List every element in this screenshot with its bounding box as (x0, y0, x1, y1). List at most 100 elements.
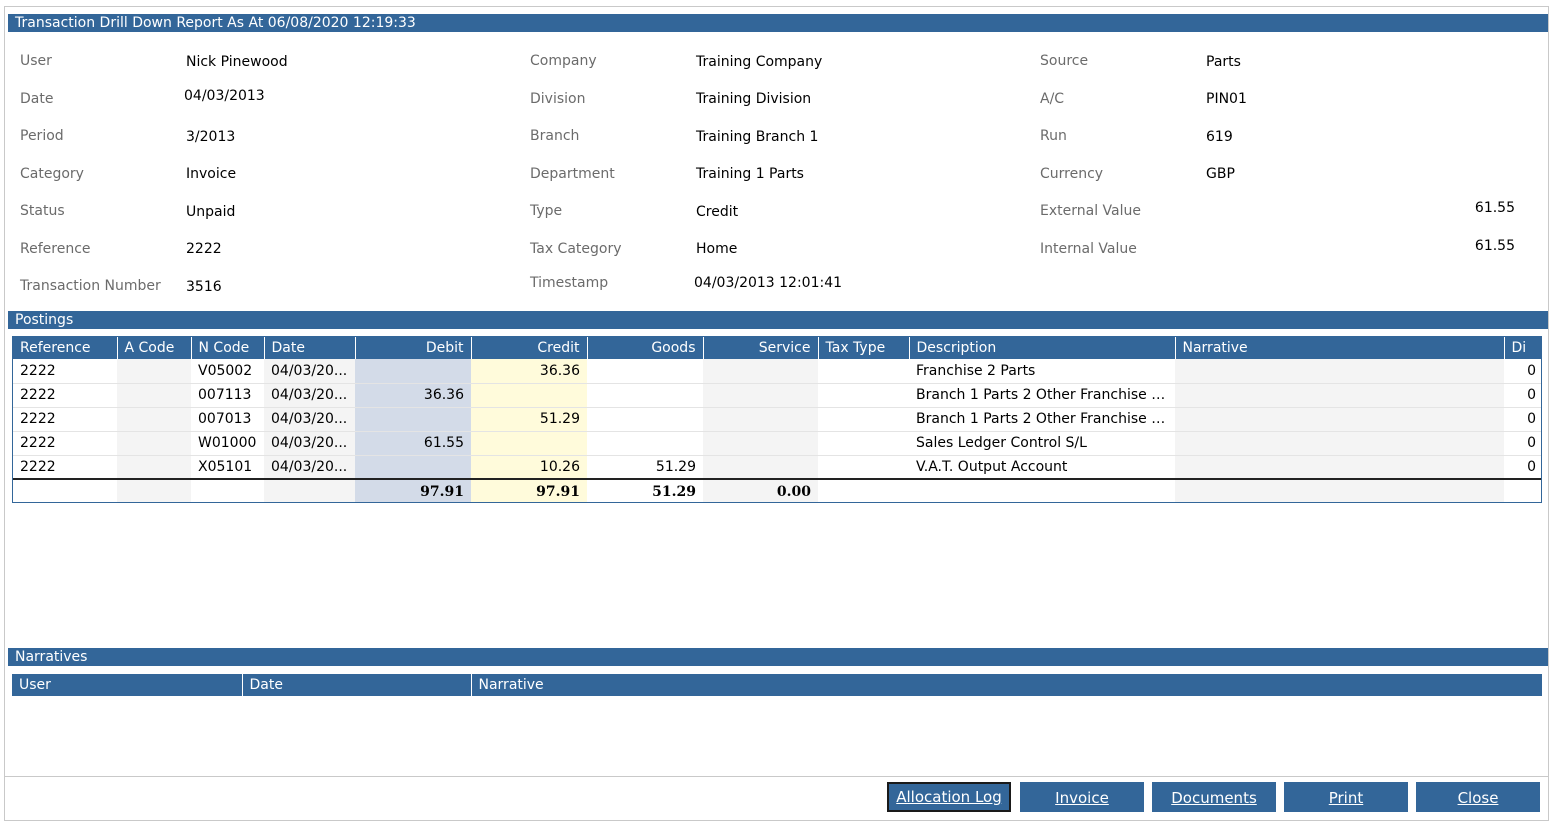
narratives-header-user[interactable]: User (12, 674, 243, 696)
reference-label: Reference (20, 241, 91, 257)
cell-reference: 2222 (13, 359, 117, 384)
column-header-goods[interactable]: Goods (587, 337, 704, 359)
cell-goods (587, 407, 703, 432)
timestamp-label: Timestamp (530, 275, 609, 291)
total-cell-credit: 97.91 (471, 478, 587, 502)
cell-service (703, 431, 818, 456)
cell-narrative (1175, 383, 1504, 408)
cell-n-code: V05002 (191, 359, 264, 384)
column-header-di[interactable]: Di (1504, 337, 1541, 359)
branch-value: Training Branch 1 (696, 129, 819, 145)
cell-service (703, 407, 818, 432)
totals-row[interactable]: 97.91 97.91 51.29 0.00 (13, 478, 1541, 502)
cell-date: 04/03/20... (264, 431, 355, 456)
cell-tax-type (818, 431, 909, 456)
column-header-debit[interactable]: Debit (355, 337, 472, 359)
column-header-description[interactable]: Description (909, 337, 1176, 359)
total-cell-reference (13, 478, 117, 502)
internal-value-label: Internal Value (1040, 241, 1137, 257)
external-value-value: 61.55 (1474, 200, 1515, 216)
footer-divider (4, 776, 1549, 777)
cell-description: Branch 1 Parts 2 Other Franchise D... (909, 383, 1175, 408)
cell-description: Franchise 2 Parts (909, 359, 1175, 384)
cell-di: 0 (1504, 407, 1541, 432)
total-cell-description (909, 478, 1175, 502)
column-header-credit[interactable]: Credit (471, 337, 588, 359)
cell-date: 04/03/20... (264, 455, 355, 480)
table-row[interactable]: 2222 007013 04/03/20... 51.29 Branch 1 Parts… (13, 407, 1541, 432)
department-value: Training 1 Parts (696, 166, 804, 182)
cell-debit: 61.55 (355, 431, 471, 456)
cell-n-code: W01000 (191, 431, 264, 456)
user-label: User (20, 53, 52, 69)
department-label: Department (530, 166, 615, 182)
table-row[interactable]: 2222 W01000 04/03/20... 61.55 Sales Ledger C… (13, 431, 1541, 456)
narratives-header-narrative[interactable]: Narrative (471, 674, 1542, 696)
postings-grid[interactable]: Reference A Code N Code Date Debit Credi… (12, 336, 1542, 503)
cell-a-code (117, 431, 191, 456)
narratives-section-title: Narratives (8, 648, 1548, 666)
table-row[interactable]: 2222 V05002 04/03/20... 36.36 Franchise 2 Pa… (13, 359, 1541, 384)
cell-credit: 51.29 (471, 407, 587, 432)
ac-value: PIN01 (1206, 91, 1247, 107)
total-cell-date (264, 478, 355, 502)
cell-narrative (1175, 431, 1504, 456)
category-value: Invoice (186, 166, 237, 182)
cell-goods: 51.29 (587, 455, 703, 480)
cell-a-code (117, 407, 191, 432)
cell-credit (471, 383, 587, 408)
company-value: Training Company (696, 54, 823, 70)
cell-date: 04/03/20... (264, 359, 355, 384)
cell-credit: 10.26 (471, 455, 587, 480)
period-value: 3/2013 (186, 129, 236, 145)
column-header-date[interactable]: Date (264, 337, 356, 359)
cell-di: 0 (1504, 431, 1541, 456)
column-header-a-code[interactable]: A Code (117, 337, 192, 359)
allocation-log-button[interactable]: Allocation Log (887, 782, 1011, 812)
category-label: Category (20, 166, 84, 182)
column-header-narrative[interactable]: Narrative (1175, 337, 1505, 359)
postings-section-title: Postings (8, 311, 1548, 329)
total-cell-a-code (117, 478, 191, 502)
company-label: Company (530, 53, 597, 69)
column-header-reference[interactable]: Reference (13, 337, 118, 359)
narratives-header-date[interactable]: Date (242, 674, 472, 696)
cell-credit: 36.36 (471, 359, 587, 384)
branch-label: Branch (530, 128, 580, 144)
narratives-grid[interactable]: User Date Narrative (12, 674, 1542, 696)
transaction-number-label: Transaction Number (20, 278, 161, 294)
cell-a-code (117, 359, 191, 384)
documents-button[interactable]: Documents (1152, 782, 1276, 812)
cell-description: V.A.T. Output Account (909, 455, 1175, 480)
close-button[interactable]: Close (1416, 782, 1540, 812)
table-row[interactable]: 2222 X05101 04/03/20... 10.26 51.29 V.A.T. Ou… (13, 455, 1541, 480)
column-header-service[interactable]: Service (703, 337, 819, 359)
cell-debit: 36.36 (355, 383, 471, 408)
currency-value: GBP (1206, 166, 1235, 182)
cell-service (703, 383, 818, 408)
status-label: Status (20, 203, 65, 219)
table-row[interactable]: 2222 007113 04/03/20... 36.36 Branch 1 Parts… (13, 383, 1541, 408)
invoice-button[interactable]: Invoice (1020, 782, 1144, 812)
total-cell-di (1504, 478, 1541, 502)
cell-di: 0 (1504, 359, 1541, 384)
cell-date: 04/03/20... (264, 407, 355, 432)
cell-debit (355, 407, 471, 432)
cell-reference: 2222 (13, 407, 117, 432)
source-label: Source (1040, 53, 1089, 69)
print-button[interactable]: Print (1284, 782, 1408, 812)
cell-credit (471, 431, 587, 456)
column-header-tax-type[interactable]: Tax Type (818, 337, 910, 359)
type-value: Credit (696, 204, 739, 220)
cell-reference: 2222 (13, 431, 117, 456)
cell-debit (355, 455, 471, 480)
date-label: Date (20, 91, 54, 107)
cell-goods (587, 359, 703, 384)
source-value: Parts (1206, 54, 1241, 70)
column-header-n-code[interactable]: N Code (191, 337, 265, 359)
cell-a-code (117, 383, 191, 408)
reference-value: 2222 (186, 241, 222, 257)
total-cell-n-code (191, 478, 264, 502)
tax-category-label: Tax Category (530, 241, 622, 257)
cell-n-code: 007013 (191, 407, 264, 432)
